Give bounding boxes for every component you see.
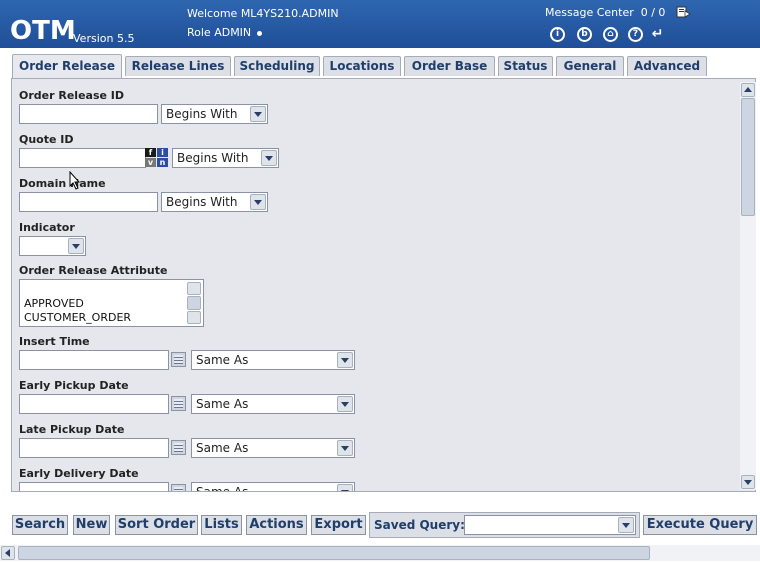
late-pickup-date-label: Late Pickup Date [19,423,125,436]
late-pickup-date-operator-value: Same As [196,441,249,455]
new-button[interactable]: New [73,515,110,535]
list-item[interactable]: APPROVED [24,297,84,310]
tab-locations[interactable]: Locations [323,56,401,76]
chevron-down-icon [261,150,277,166]
scroll-down-icon[interactable] [187,311,201,324]
scroll-thumb[interactable] [741,98,755,216]
chevron-down-icon [337,440,353,456]
late-pickup-date-input[interactable] [19,438,169,458]
quote-id-label: Quote ID [19,133,74,146]
early-pickup-date-input[interactable] [19,394,169,414]
insert-time-input[interactable] [19,350,169,370]
calendar-icon[interactable] [171,396,186,411]
saved-query-select[interactable] [464,515,636,535]
early-delivery-date-operator-select[interactable]: Same As [191,482,355,492]
early-delivery-date-operator-value: Same As [196,485,249,492]
info-icon[interactable]: i [550,27,565,42]
help-icon[interactable]: ? [628,27,643,42]
horizontal-scrollbar[interactable] [0,545,760,561]
logout-icon[interactable]: ↵ [650,27,665,42]
insert-time-operator-value: Same As [196,353,249,367]
tab-scheduling[interactable]: Scheduling [234,56,320,76]
scroll-thumb[interactable] [187,296,201,310]
scroll-up-icon[interactable] [187,282,201,295]
app-version: Version 5.5 [73,32,135,45]
tab-order-release[interactable]: Order Release [12,54,122,78]
lists-button[interactable]: Lists [201,515,242,535]
domain-name-label: Domain Name [19,177,106,190]
role-label: Role ADMIN [187,26,252,39]
chevron-down-icon [337,352,353,368]
early-delivery-date-input[interactable] [19,482,169,491]
order-release-id-input[interactable] [19,104,158,124]
early-pickup-date-operator-value: Same As [196,397,249,411]
early-delivery-date-label: Early Delivery Date [19,467,139,480]
tab-general[interactable]: General [556,56,624,76]
indicator-label: Indicator [19,221,75,234]
export-button[interactable]: Export [311,515,366,535]
chevron-down-icon [68,238,84,254]
order-release-attribute-label: Order Release Attribute [19,264,168,277]
chevron-down-icon [337,396,353,412]
execute-query-button[interactable]: Execute Query [643,515,757,535]
tab-bar: Order Release Release Lines Scheduling L… [0,48,760,78]
search-button[interactable]: Search [12,515,68,535]
chevron-down-icon [250,194,266,210]
role-dot-icon [257,30,263,36]
action-button-bar: Search New Sort Order Lists Actions Expo… [0,510,760,540]
chevron-down-icon [337,484,353,491]
indicator-select[interactable] [19,236,86,256]
message-center-icon[interactable] [676,5,691,19]
calendar-icon[interactable] [171,352,186,367]
mouse-cursor-icon [69,171,81,190]
app-header: OTM Version 5.5 Welcome ML4YS210.ADMIN R… [0,0,760,48]
saved-query-group: Saved Query: [369,512,640,538]
early-pickup-date-operator-select[interactable]: Same As [191,394,355,414]
quote-id-operator-value: Begins With [177,151,249,165]
tab-order-base[interactable]: Order Base [404,56,495,76]
saved-query-label: Saved Query: [374,518,465,532]
tab-advanced[interactable]: Advanced [627,56,707,76]
listbox-scrollbar[interactable] [187,282,201,324]
welcome-text: Welcome ML4YS210.ADMIN [187,7,339,20]
insert-time-label: Insert Time [19,335,90,348]
scroll-left-icon[interactable] [1,546,15,560]
list-item[interactable]: CUSTOMER_ORDER [24,311,131,324]
scroll-thumb[interactable] [18,546,650,560]
scroll-down-icon[interactable] [741,475,755,489]
vertical-scrollbar[interactable] [740,82,756,490]
order-release-id-operator-select[interactable]: Begins With [161,104,268,124]
actions-button[interactable]: Actions [246,515,307,535]
bookmark-icon[interactable]: b [577,27,592,42]
role-text: Role ADMIN [187,26,263,39]
late-pickup-date-operator-select[interactable]: Same As [191,438,355,458]
tab-release-lines[interactable]: Release Lines [125,56,231,76]
search-form-panel: Order Release ID Begins With Quote ID f … [11,78,756,492]
order-release-id-operator-value: Begins With [166,107,238,121]
order-release-attribute-listbox[interactable]: APPROVED CUSTOMER_ORDER [19,279,204,327]
order-release-id-label: Order Release ID [19,89,125,102]
domain-name-input[interactable] [19,192,158,212]
insert-time-operator-select[interactable]: Same As [191,350,355,370]
chevron-down-icon [250,106,266,122]
message-center-link[interactable]: Message Center 0 / 0 [545,6,665,19]
domain-name-operator-value: Begins With [166,195,238,209]
quote-id-operator-select[interactable]: Begins With [172,148,279,168]
calendar-icon[interactable] [171,440,186,455]
quote-id-input[interactable] [19,148,146,168]
tab-status[interactable]: Status [498,56,553,76]
domain-name-operator-select[interactable]: Begins With [161,192,268,212]
chevron-down-icon [618,517,634,533]
scroll-up-icon[interactable] [741,83,755,97]
early-pickup-date-label: Early Pickup Date [19,379,129,392]
sort-order-button[interactable]: Sort Order [115,515,198,535]
calendar-icon[interactable] [171,484,186,491]
app-logo: OTM [10,16,76,46]
home-icon[interactable]: ⌂ [603,27,618,42]
finder-icon[interactable]: f i v n [145,148,169,168]
